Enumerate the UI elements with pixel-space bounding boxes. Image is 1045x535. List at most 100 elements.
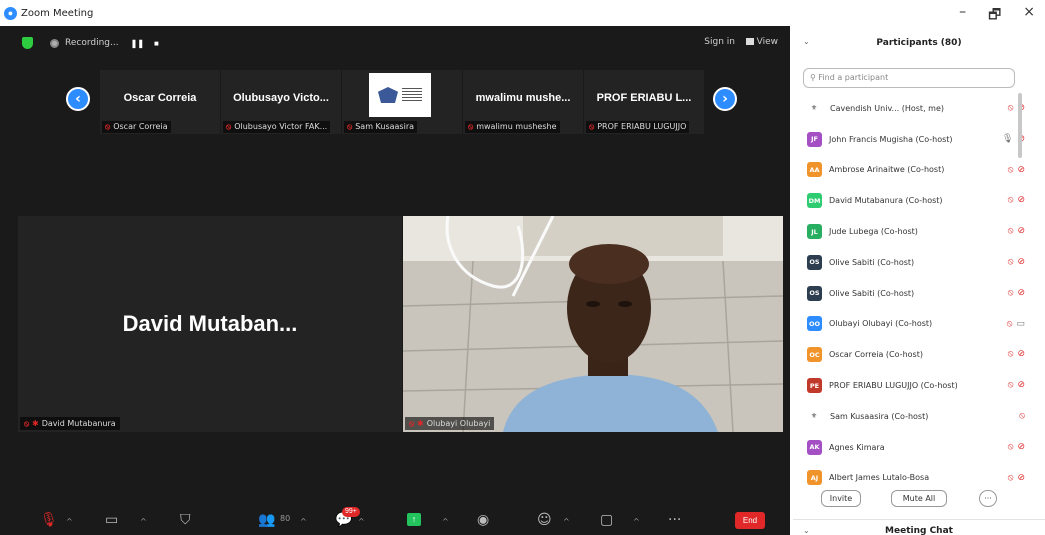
recording-icon xyxy=(50,38,59,48)
avatar: JL xyxy=(807,224,822,240)
share-chevron-icon[interactable]: ^ xyxy=(442,517,449,526)
participant-row[interactable]: ⚜ Cavendish Univ... (Host, me) ⦸⊘ xyxy=(793,93,1025,124)
participant-status-icons: ⦸⊘ xyxy=(1008,441,1025,452)
thumbnail-tile[interactable]: mwalimu mushe... ⦸ mwalimu musheshe xyxy=(463,70,583,134)
participants-scrollbar[interactable] xyxy=(1018,93,1022,158)
close-button[interactable]: × xyxy=(1023,4,1035,28)
mic-muted-icon[interactable]: ⦸ xyxy=(1008,256,1014,266)
thumbnail-tile[interactable]: PROF ERIABU L... ⦸ PROF ERIABU LUGUJJO xyxy=(584,70,704,134)
participant-row[interactable]: OS Olive Sabiti (Co-host) ⦸ ⊘ xyxy=(793,247,1025,278)
participant-name: Oscar Correia (Co-host) xyxy=(829,350,923,360)
video-off-icon[interactable]: ⊘ xyxy=(1017,287,1025,297)
sign-in-link[interactable]: Sign in xyxy=(704,37,735,47)
reactions-icon[interactable]: ☺ xyxy=(537,512,552,528)
end-meeting-button[interactable]: End xyxy=(735,512,765,529)
apps-icon[interactable]: ▢ xyxy=(600,512,613,528)
audio-options-chevron-icon[interactable]: ^ xyxy=(66,517,73,526)
participant-name: Albert James Lutalo-Bosa xyxy=(829,473,930,483)
meeting-top-strip: Recording... ❚❚ ■ Sign in View xyxy=(0,26,790,60)
chat-chevron-icon[interactable]: ^ xyxy=(358,517,365,526)
avatar: OS xyxy=(807,254,822,270)
video-on-icon[interactable]: ▭ xyxy=(1016,318,1025,328)
mic-muted-icon[interactable]: ⦸ xyxy=(1008,348,1014,358)
participant-name: PROF ERIABU LUGUJJO (Co-host) xyxy=(829,381,958,391)
participant-name: Jude Lubega (Co-host) xyxy=(829,227,918,237)
mute-mic-icon[interactable]: 🎙 xyxy=(40,512,58,528)
thumbnail-name: Olubusayo Victo... xyxy=(233,92,329,104)
apps-chevron-icon[interactable]: ^ xyxy=(633,517,640,526)
university-logo-image xyxy=(369,73,431,117)
mic-muted-icon[interactable]: ⦸ xyxy=(1008,164,1014,174)
video-options-chevron-icon[interactable]: ^ xyxy=(140,517,147,526)
thumbnail-label: ⦸ Oscar Correia xyxy=(102,121,171,133)
mic-muted-icon[interactable]: ⦸ xyxy=(1008,441,1014,451)
thumbnail-name: PROF ERIABU L... xyxy=(596,92,692,104)
invite-button[interactable]: Invite xyxy=(821,490,861,507)
thumbnail-tile[interactable]: Olubusayo Victo... ⦸ Olubusayo Victor FAK… xyxy=(221,70,341,134)
avatar-logo-icon: ⚜ xyxy=(805,408,823,424)
meeting-chat-header[interactable]: ⌄ Meeting Chat xyxy=(793,519,1045,535)
video-off-icon[interactable]: ⊘ xyxy=(1017,441,1025,451)
pause-recording-button[interactable]: ❚❚ xyxy=(131,39,144,48)
view-button[interactable]: View xyxy=(745,37,778,47)
video-off-icon[interactable]: ⊘ xyxy=(1017,379,1025,389)
participant-row[interactable]: OC Oscar Correia (Co-host) ⦸ ⊘ xyxy=(793,339,1025,370)
mic-muted-icon[interactable]: ⦸ xyxy=(1008,102,1014,112)
mic-muted-icon[interactable]: ⦸ xyxy=(1007,318,1013,328)
participant-row[interactable]: AA Ambrose Arinaitwe (Co-host) ⦸ ⊘ xyxy=(793,155,1025,186)
muted-mic-icon: ⦸ xyxy=(589,122,595,131)
participant-row[interactable]: JFJohn Francis Mugisha (Co-host)🎙⊘ xyxy=(793,124,1025,155)
more-participant-options-button[interactable]: ··· xyxy=(979,490,997,507)
participant-status-icons: ⦸ ▭ xyxy=(1007,318,1025,329)
main-video-tile-right[interactable]: ⦸ ✱ Olubayi Olubayi xyxy=(403,216,783,432)
tile-label: ⦸ ✱ Olubayi Olubayi xyxy=(405,417,495,430)
video-off-icon[interactable]: ⊘ xyxy=(1017,164,1025,174)
participant-search-input[interactable]: ⚲ Find a participant xyxy=(803,68,1015,88)
restore-button[interactable]: 🗗 xyxy=(988,4,1001,28)
video-off-icon[interactable]: ⊘ xyxy=(1017,472,1025,482)
thumbnail-tile[interactable]: ⦸ Sam Kusaasira xyxy=(342,70,462,134)
mic-muted-icon[interactable]: ⦸ xyxy=(1008,225,1014,235)
mic-muted-icon[interactable]: ⦸ xyxy=(1019,410,1025,420)
share-screen-icon[interactable]: ↑ xyxy=(407,513,421,526)
mic-muted-icon[interactable]: ⦸ xyxy=(1008,287,1014,297)
participant-status-icons: ⦸⊘ xyxy=(1008,287,1025,298)
prev-page-button[interactable]: ‹ xyxy=(66,87,90,111)
video-off-icon[interactable]: ⊘ xyxy=(1017,348,1025,358)
participants-title: Participants (80) xyxy=(876,38,962,48)
reactions-chevron-icon[interactable]: ^ xyxy=(563,517,570,526)
minimize-button[interactable]: – xyxy=(959,4,966,28)
muted-mic-icon: ⦸ xyxy=(105,122,111,131)
participants-chevron-icon[interactable]: ^ xyxy=(300,517,307,526)
mic-muted-icon[interactable]: ⦸ xyxy=(1008,194,1014,204)
video-off-icon[interactable]: ⊘ xyxy=(1017,225,1025,235)
participant-row[interactable]: ⚜ Sam Kusaasira (Co-host) ⦸ xyxy=(793,401,1025,432)
participant-row[interactable]: AK Agnes Kimara ⦸ ⊘ xyxy=(793,432,1025,463)
muted-mic-icon: ⦸ xyxy=(347,122,353,131)
security-icon[interactable]: ⛉ xyxy=(180,512,191,528)
participant-row[interactable]: JL Jude Lubega (Co-host) ⦸ ⊘ xyxy=(793,216,1025,247)
participant-row[interactable]: OO Olubayi Olubayi (Co-host) ⦸ ▭ xyxy=(793,309,1025,340)
video-off-icon[interactable]: ⊘ xyxy=(1017,256,1025,266)
next-page-button[interactable]: › xyxy=(713,87,737,111)
participant-video-image xyxy=(403,216,783,432)
stop-recording-button[interactable]: ■ xyxy=(154,39,159,48)
view-grid-icon xyxy=(745,38,754,45)
participant-row[interactable]: OS Olive Sabiti (Co-host) ⦸ ⊘ xyxy=(793,278,1025,309)
record-icon[interactable]: ◉ xyxy=(477,512,489,528)
participant-row[interactable]: PE PROF ERIABU LUGUJJO (Co-host) ⦸ ⊘ xyxy=(793,370,1025,401)
mic-on-icon[interactable]: 🎙 xyxy=(1002,133,1013,143)
security-shield-icon[interactable] xyxy=(22,37,33,49)
video-off-icon[interactable]: ▭ xyxy=(105,512,118,528)
mic-muted-icon[interactable]: ⦸ xyxy=(1008,379,1014,389)
participant-row[interactable]: DM David Mutabanura (Co-host) ⦸ ⊘ xyxy=(793,185,1025,216)
mic-muted-icon[interactable]: ⦸ xyxy=(1008,472,1014,482)
recording-label: Recording... xyxy=(65,38,119,48)
more-options-icon[interactable]: ··· xyxy=(668,512,681,528)
mute-all-button[interactable]: Mute All xyxy=(891,490,947,507)
video-off-icon[interactable]: ⊘ xyxy=(1017,194,1025,204)
thumbnail-tile[interactable]: Oscar Correia ⦸ Oscar Correia xyxy=(100,70,220,134)
main-video-tile-left[interactable]: David Mutaban... ⦸ ✱ David Mutabanura xyxy=(18,216,402,432)
participants-icon[interactable]: 👥 xyxy=(258,512,275,528)
participant-name: Ambrose Arinaitwe (Co-host) xyxy=(829,165,945,175)
